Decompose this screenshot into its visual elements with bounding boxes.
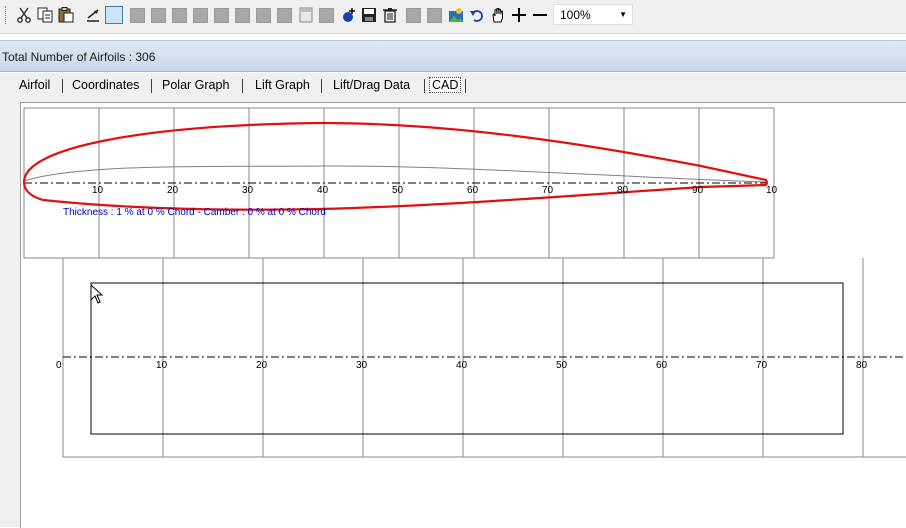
tab-separator — [151, 79, 152, 93]
add-point-icon[interactable] — [339, 6, 357, 24]
wing-planform-rect — [90, 282, 844, 435]
zoom-value: 100% — [560, 7, 591, 22]
tab-separator — [465, 79, 466, 93]
draw-line-icon[interactable] — [84, 6, 102, 24]
profile-tick: 10 — [766, 185, 778, 196]
tool-button-icon[interactable] — [129, 6, 147, 24]
tab-lift-graph[interactable]: Lift Graph — [255, 78, 310, 92]
tab-separator — [424, 79, 425, 93]
save-icon[interactable] — [360, 6, 378, 24]
tool-button-icon[interactable] — [255, 6, 273, 24]
planform-tick: 70 — [756, 360, 768, 371]
planform-tick: 40 — [456, 360, 468, 371]
cad-content-area: 10 20 30 40 50 60 70 80 90 10 Thickness … — [0, 97, 906, 528]
toolbar-grip[interactable] — [5, 6, 9, 24]
profile-tick: 60 — [467, 185, 479, 196]
cad-drawing: 10 20 30 40 50 60 70 80 90 10 Thickness … — [22, 107, 906, 458]
wing-planform-view: 0 10 20 30 40 50 60 70 80 — [56, 258, 906, 458]
tab-separator — [321, 79, 322, 93]
chevron-down-icon[interactable]: ▼ — [619, 10, 627, 19]
zoom-in-icon[interactable] — [510, 6, 528, 24]
planform-tick: 80 — [856, 360, 868, 371]
planform-tick: 30 — [356, 360, 368, 371]
tab-coordinates[interactable]: Coordinates — [72, 78, 139, 92]
profile-tick: 90 — [692, 185, 704, 196]
tool-button-icon[interactable] — [150, 6, 168, 24]
tool-button-icon[interactable] — [171, 6, 189, 24]
tool-button-icon[interactable] — [234, 6, 252, 24]
airfoil-profile-view: 10 20 30 40 50 60 70 80 90 10 Thickness … — [22, 107, 778, 259]
tab-airfoil[interactable]: Airfoil — [19, 78, 50, 92]
tool-button-icon[interactable] — [426, 6, 444, 24]
info-band: Total Number of Airfoils : 306 — [0, 40, 906, 72]
total-airfoils-label: Total Number of Airfoils : 306 — [2, 50, 156, 64]
hand-pan-icon[interactable] — [489, 6, 507, 24]
toolbar-buttons — [5, 4, 550, 26]
tab-separator — [62, 79, 63, 93]
tool-button-icon[interactable] — [213, 6, 231, 24]
page-icon[interactable] — [297, 6, 315, 24]
profile-tick: 30 — [242, 185, 254, 196]
planform-tick: 10 — [156, 360, 168, 371]
zoom-out-icon[interactable] — [531, 6, 549, 24]
profile-tick: 40 — [317, 185, 329, 196]
cut-icon[interactable] — [15, 6, 33, 24]
mouse-cursor-icon — [90, 283, 104, 304]
profile-tick: 80 — [617, 185, 629, 196]
planform-tick: 0 — [56, 360, 62, 371]
profile-tick: 10 — [92, 185, 104, 196]
planform-tick: 60 — [656, 360, 668, 371]
profile-tick: 20 — [167, 185, 179, 196]
image-icon[interactable] — [447, 6, 465, 24]
select-rect-icon[interactable] — [104, 6, 123, 24]
planform-tick: 20 — [256, 360, 268, 371]
tool-button-icon[interactable] — [405, 6, 423, 24]
tab-strip: Airfoil Coordinates Polar Graph Lift Gra… — [0, 73, 906, 97]
tool-button-icon[interactable] — [192, 6, 210, 24]
tab-polar-graph[interactable]: Polar Graph — [162, 78, 229, 92]
thickness-camber-info: Thickness : 1 % at 0 % Chord - Camber : … — [63, 207, 326, 218]
tab-cad[interactable]: CAD — [429, 77, 462, 93]
copy-icon[interactable] — [36, 6, 54, 24]
profile-tick: 70 — [542, 185, 554, 196]
toolbar: 100% ▼ — [0, 0, 906, 34]
undo-icon[interactable] — [468, 6, 486, 24]
profile-tick: 50 — [392, 185, 404, 196]
tab-separator — [242, 79, 243, 93]
cad-canvas[interactable]: 10 20 30 40 50 60 70 80 90 10 Thickness … — [20, 102, 906, 528]
paste-icon[interactable] — [57, 6, 75, 24]
tool-button-icon[interactable] — [318, 6, 336, 24]
planform-tick: 50 — [556, 360, 568, 371]
tool-button-icon[interactable] — [276, 6, 294, 24]
tab-lift-drag-data[interactable]: Lift/Drag Data — [333, 78, 410, 92]
planform-axis-ticks: 0 10 20 30 40 50 60 70 80 — [56, 360, 868, 371]
delete-icon[interactable] — [381, 6, 399, 24]
zoom-select[interactable]: 100% ▼ — [553, 4, 633, 25]
